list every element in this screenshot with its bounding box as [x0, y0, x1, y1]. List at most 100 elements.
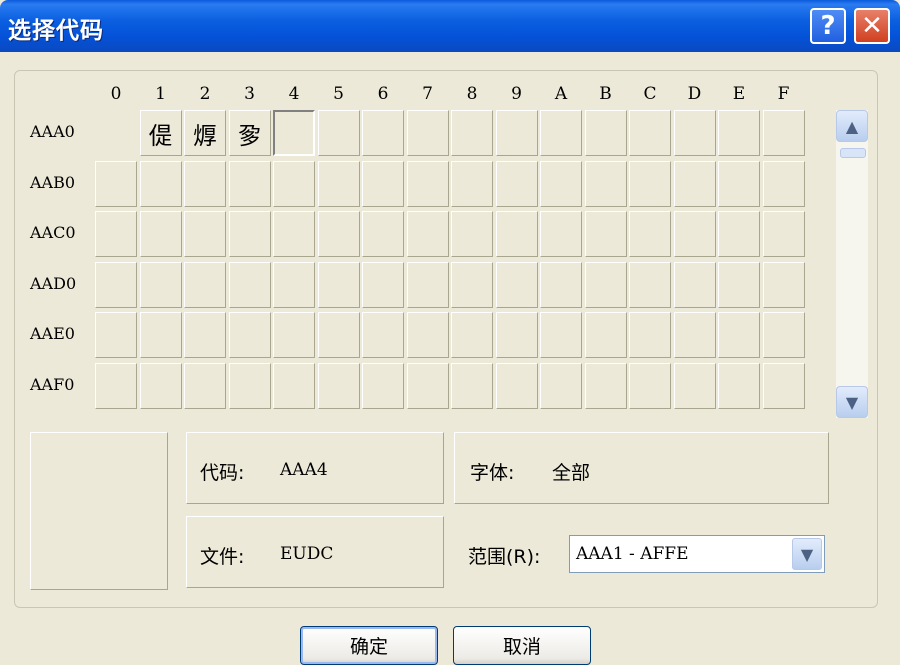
grid-cell[interactable]: [406, 261, 449, 308]
grid-cell[interactable]: [718, 312, 760, 358]
grid-cell[interactable]: [317, 362, 360, 409]
grid-cell[interactable]: [762, 211, 805, 257]
grid-cell[interactable]: [228, 312, 271, 358]
grid-cell[interactable]: [95, 160, 137, 207]
grid-cell[interactable]: [495, 110, 538, 156]
grid-cell[interactable]: [673, 110, 716, 156]
grid-cell[interactable]: [584, 261, 627, 308]
grid-cell[interactable]: [718, 110, 760, 156]
grid-cell[interactable]: [273, 160, 315, 207]
ok-button[interactable]: 确定: [300, 626, 438, 665]
grid-cell[interactable]: [495, 261, 538, 308]
grid-cell[interactable]: [629, 160, 671, 207]
grid-cell[interactable]: [673, 261, 716, 308]
grid-cell[interactable]: [228, 261, 271, 308]
grid-cell[interactable]: [317, 211, 360, 257]
grid-cell[interactable]: [362, 211, 404, 257]
grid-cell[interactable]: [718, 211, 760, 257]
grid-cell[interactable]: [762, 362, 805, 409]
grid-cell[interactable]: [629, 261, 671, 308]
grid-cell[interactable]: [495, 312, 538, 358]
grid-cell[interactable]: [362, 312, 404, 358]
grid-cell[interactable]: [540, 312, 582, 358]
grid-cell[interactable]: [273, 261, 315, 308]
grid-cell[interactable]: [228, 160, 271, 207]
grid-cell[interactable]: [362, 110, 404, 156]
grid-cell[interactable]: [451, 110, 493, 156]
grid-cell[interactable]: [184, 261, 226, 308]
grid-cell[interactable]: [451, 362, 493, 409]
grid-cell[interactable]: [584, 362, 627, 409]
grid-cell[interactable]: [139, 211, 182, 257]
grid-cell[interactable]: [540, 110, 582, 156]
grid-cell[interactable]: [673, 160, 716, 207]
grid-cell[interactable]: [228, 211, 271, 257]
grid-cell[interactable]: [406, 160, 449, 207]
grid-cell[interactable]: 㚉: [228, 110, 271, 156]
grid-cell[interactable]: [406, 110, 449, 156]
grid-cell[interactable]: [495, 362, 538, 409]
grid-cell[interactable]: [673, 312, 716, 358]
grid-cell[interactable]: [673, 211, 716, 257]
grid-cell[interactable]: [273, 312, 315, 358]
grid-cell[interactable]: [629, 312, 671, 358]
grid-cell[interactable]: [139, 362, 182, 409]
grid-cell[interactable]: [139, 261, 182, 308]
grid-cell[interactable]: [762, 110, 805, 156]
grid-cell[interactable]: [362, 261, 404, 308]
grid-cell[interactable]: [139, 160, 182, 207]
grid-cell[interactable]: [317, 110, 360, 156]
grid-cell[interactable]: [495, 211, 538, 257]
grid-cell[interactable]: [228, 362, 271, 409]
grid-cell[interactable]: [718, 261, 760, 308]
cancel-button[interactable]: 取消: [453, 626, 591, 665]
grid-cell[interactable]: [584, 160, 627, 207]
grid-cell[interactable]: [762, 312, 805, 358]
grid-cell[interactable]: [718, 160, 760, 207]
grid-cell[interactable]: [451, 312, 493, 358]
grid-cell[interactable]: [273, 362, 315, 409]
close-button[interactable]: ✕: [854, 8, 890, 44]
grid-cell[interactable]: [629, 211, 671, 257]
grid-cell[interactable]: [629, 362, 671, 409]
grid-cell[interactable]: [762, 261, 805, 308]
grid-cell[interactable]: [362, 160, 404, 207]
grid-cell[interactable]: 㷞: [184, 110, 226, 156]
grid-cell[interactable]: [540, 211, 582, 257]
grid-cell[interactable]: [184, 211, 226, 257]
grid-cell[interactable]: [673, 362, 716, 409]
grid-cell[interactable]: [362, 362, 404, 409]
grid-cell[interactable]: [540, 362, 582, 409]
grid-cell[interactable]: [495, 160, 538, 207]
grid-cell[interactable]: [317, 160, 360, 207]
scroll-down-button[interactable]: ▼: [836, 386, 868, 418]
grid-cell[interactable]: [540, 261, 582, 308]
grid-cell[interactable]: [584, 110, 627, 156]
grid-cell[interactable]: [451, 211, 493, 257]
grid-cell[interactable]: 偍: [139, 110, 182, 156]
grid-cell[interactable]: [95, 362, 137, 409]
grid-cell[interactable]: [540, 160, 582, 207]
grid-cell[interactable]: [406, 211, 449, 257]
grid-cell[interactable]: [95, 211, 137, 257]
grid-cell[interactable]: [406, 312, 449, 358]
grid-scrollbar[interactable]: ▲ ▼: [836, 110, 868, 418]
grid-cell[interactable]: [584, 312, 627, 358]
grid-cell[interactable]: [95, 261, 137, 308]
grid-cell[interactable]: [139, 312, 182, 358]
grid-cell[interactable]: [584, 211, 627, 257]
grid-cell[interactable]: [451, 261, 493, 308]
grid-cell[interactable]: [718, 362, 760, 409]
grid-cell[interactable]: [184, 160, 226, 207]
scroll-up-button[interactable]: ▲: [836, 110, 868, 142]
grid-cell[interactable]: [95, 312, 137, 358]
scroll-thumb[interactable]: [840, 148, 866, 158]
help-button[interactable]: ?: [810, 8, 846, 44]
grid-cell[interactable]: [317, 312, 360, 358]
grid-cell[interactable]: [317, 261, 360, 308]
grid-cell[interactable]: [273, 211, 315, 257]
grid-cell[interactable]: [451, 160, 493, 207]
grid-cell[interactable]: [184, 362, 226, 409]
grid-cell[interactable]: [406, 362, 449, 409]
grid-cell[interactable]: [629, 110, 671, 156]
